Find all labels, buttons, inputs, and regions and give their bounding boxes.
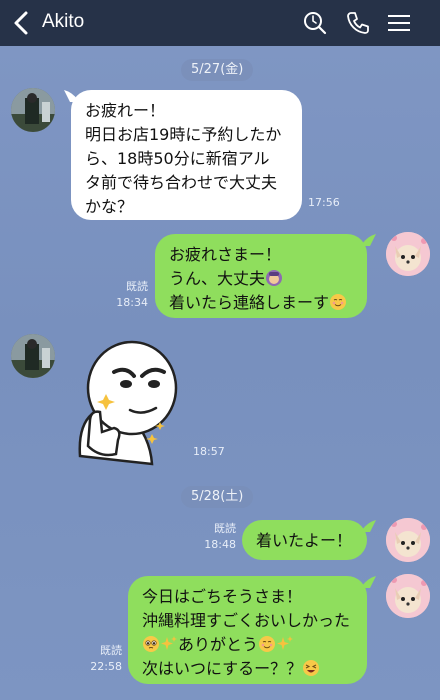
relieved-face-emoji-icon (330, 294, 347, 310)
message-text: かな？ (85, 197, 134, 216)
contact-name[interactable]: Akito (42, 11, 84, 33)
contact-avatar[interactable] (11, 88, 55, 132)
relieved-face-emoji-icon (259, 636, 276, 652)
avatar-dog-icon (386, 232, 430, 276)
avatar-dog-icon (386, 574, 430, 618)
my-avatar[interactable] (386, 574, 430, 618)
message-text: うん、大丈夫 (169, 269, 266, 288)
message-text: 着いたら連絡しまーす (169, 293, 330, 312)
pleading-face-emoji-icon (143, 636, 159, 652)
date-separator: 5/27(金) (181, 59, 254, 81)
message-text: お疲れー！ (85, 101, 166, 120)
phone-icon[interactable] (345, 10, 371, 36)
avatar-photo-icon (11, 334, 55, 378)
message-text: 沖縄料理すごくおいしかった (142, 611, 351, 630)
chat-header: Akito (0, 0, 440, 46)
message-text: ら、18時50分に新宿アル (85, 149, 270, 168)
search-icon[interactable] (302, 10, 328, 36)
thumbs-up-face-sticker[interactable] (70, 336, 178, 468)
sparkles-emoji-icon (277, 636, 294, 650)
message-time: 18:57 (193, 445, 225, 458)
message-text: 着いたよー！ (256, 531, 353, 550)
message-text: タ前で待ち合わせで大丈夫 (85, 173, 278, 192)
avatar-dog-icon (386, 518, 430, 562)
message-text: 今日はごちそうさま！ (142, 587, 303, 606)
facepalm-emoji-icon (266, 270, 283, 286)
my-avatar[interactable] (386, 518, 430, 562)
chat-area[interactable]: 5/27(金) お疲れー！ 明日お店19時に予約したか ら、18時50分に新宿ア… (0, 46, 440, 700)
message-text: ありがとう (178, 635, 259, 654)
message-bubble-outgoing[interactable]: 着いたよー！ (242, 520, 367, 560)
date-separator: 5/28(土) (181, 486, 254, 508)
message-time: 17:56 (308, 196, 340, 209)
message-text: 次はいつにするー？？ (142, 659, 303, 678)
laughing-face-emoji-icon (303, 660, 320, 676)
message-bubble-incoming[interactable]: お疲れー！ 明日お店19時に予約したか ら、18時50分に新宿アル タ前で待ち合… (71, 90, 302, 220)
message-text: 明日お店19時に予約したか (85, 125, 282, 144)
contact-avatar[interactable] (11, 334, 55, 378)
message-time: 18:48 (204, 538, 236, 551)
sparkles-emoji-icon (161, 636, 177, 650)
back-arrow-icon[interactable] (10, 9, 34, 37)
my-avatar[interactable] (386, 232, 430, 276)
read-receipt: 既読 (100, 644, 122, 657)
message-bubble-outgoing[interactable]: お疲れさまー！ うん、大丈夫 着いたら連絡しまーす (155, 234, 367, 318)
message-time: 18:34 (116, 296, 148, 309)
message-text: お疲れさまー！ (169, 245, 282, 264)
menu-icon[interactable] (386, 10, 412, 36)
read-receipt: 既読 (214, 522, 236, 535)
read-receipt: 既読 (126, 280, 148, 293)
avatar-photo-icon (11, 88, 55, 132)
message-bubble-outgoing[interactable]: 今日はごちそうさま！ 沖縄料理すごくおいしかった ありがとう 次はいつにするー？… (128, 576, 367, 684)
message-time: 22:58 (90, 660, 122, 673)
